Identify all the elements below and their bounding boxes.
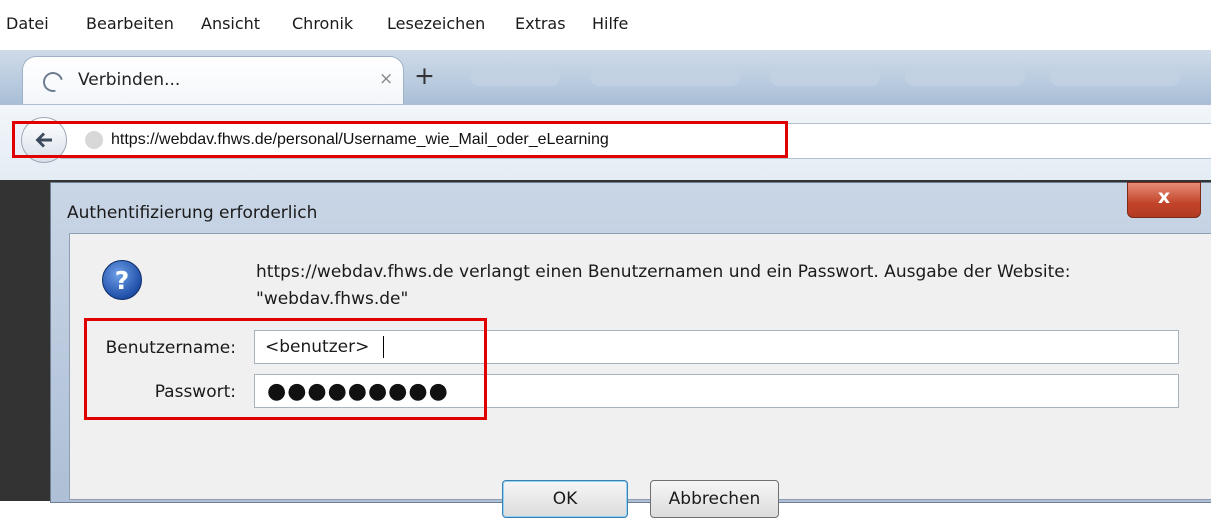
question-mark-glyph: ?: [114, 266, 130, 295]
tab-active[interactable]: Verbinden... ×: [22, 56, 404, 105]
tab-title: Verbinden...: [78, 70, 181, 90]
dialog-title: Authentifizierung erforderlich: [67, 203, 318, 223]
close-icon: x: [1157, 186, 1171, 208]
blurred-tab: [1050, 68, 1180, 86]
menu-bar: Datei Bearbeiten Ansicht Chronik Lesezei…: [0, 0, 1211, 50]
tab-close-icon[interactable]: ×: [379, 69, 393, 89]
dialog-close-button[interactable]: x: [1127, 182, 1201, 218]
tab-strip: Verbinden... × +: [0, 50, 1211, 105]
dialog-message-line2: "webdav.fhws.de": [256, 289, 409, 309]
menu-item-datei[interactable]: Datei: [6, 14, 49, 33]
credentials-highlight-box: [84, 318, 487, 420]
url-highlight-box: [12, 121, 788, 158]
menu-item-extras[interactable]: Extras: [515, 14, 566, 33]
blurred-tab: [590, 68, 740, 86]
blurred-tab: [770, 68, 880, 86]
menu-item-chronik[interactable]: Chronik: [292, 14, 353, 33]
cancel-button-label: Abbrechen: [668, 489, 761, 509]
dialog-message-line1: https://webdav.fhws.de verlangt einen Be…: [256, 262, 1071, 282]
blurred-tab: [905, 68, 1025, 86]
menu-item-ansicht[interactable]: Ansicht: [201, 14, 260, 33]
question-icon: ?: [102, 260, 142, 300]
dialog-message: https://webdav.fhws.de verlangt einen Be…: [256, 259, 1176, 313]
blurred-tab: [470, 68, 560, 86]
new-tab-button[interactable]: +: [414, 61, 435, 90]
ok-button-label: OK: [552, 489, 578, 509]
menu-item-lesezeichen[interactable]: Lesezeichen: [387, 14, 485, 33]
ok-button[interactable]: OK: [502, 480, 628, 518]
menu-item-bearbeiten[interactable]: Bearbeiten: [86, 14, 174, 33]
loading-spinner-icon: [39, 68, 67, 96]
menu-item-hilfe[interactable]: Hilfe: [592, 14, 628, 33]
cancel-button[interactable]: Abbrechen: [650, 480, 779, 518]
